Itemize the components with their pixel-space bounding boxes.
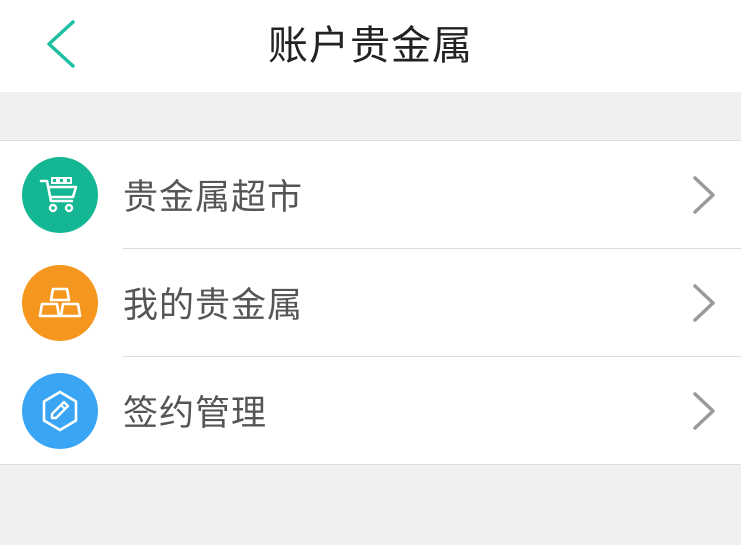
- metal-market-icon-badge: [22, 157, 98, 233]
- contract-management-icon-badge: [22, 373, 98, 449]
- header-bar: 账户贵金属: [0, 0, 741, 92]
- page-title: 账户贵金属: [268, 23, 473, 69]
- chevron-right-icon: [693, 392, 715, 430]
- menu-list: 贵金属超市 我的贵金属 签约管理: [0, 140, 741, 465]
- gold-bars-icon: [38, 287, 82, 318]
- menu-item-label: 签约管理: [123, 394, 268, 434]
- shopping-cart-icon: [39, 177, 78, 213]
- menu-item-label: 我的贵金属: [123, 286, 304, 326]
- pencil-icon: [42, 390, 78, 432]
- menu-item-my-metals[interactable]: 我的贵金属: [0, 249, 741, 356]
- chevron-right-icon: [693, 284, 715, 322]
- chevron-right-icon: [693, 176, 715, 214]
- menu-item-label: 贵金属超市: [123, 178, 304, 218]
- my-metals-icon-badge: [22, 265, 98, 341]
- menu-item-contract-management[interactable]: 签约管理: [0, 357, 741, 464]
- menu-item-metal-market[interactable]: 贵金属超市: [0, 141, 741, 248]
